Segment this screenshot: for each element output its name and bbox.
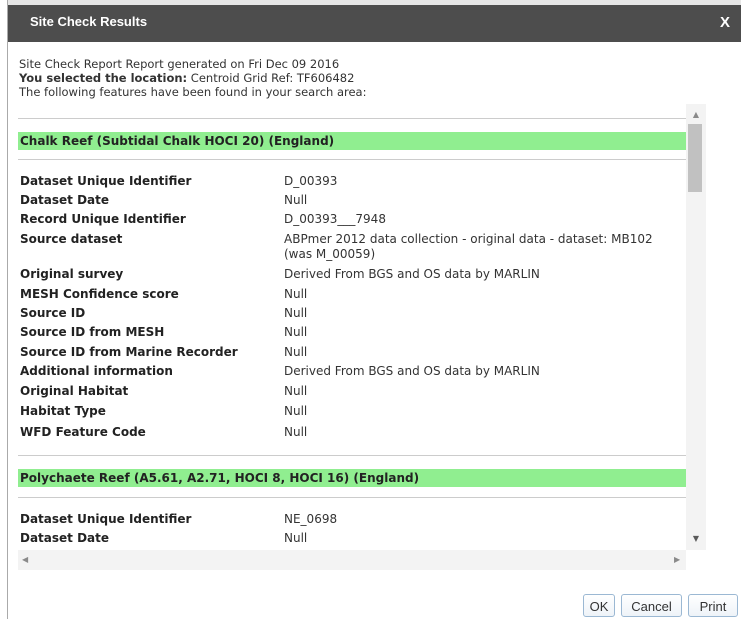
field-value: Null	[284, 287, 308, 301]
scroll-right-arrow-icon[interactable]: ▶	[674, 550, 686, 570]
field-value: Null	[284, 193, 308, 207]
field-label: Dataset Unique Identifier	[20, 512, 192, 526]
selected-location-value: Centroid Grid Ref: TF606482	[187, 71, 355, 85]
results-scroll-area[interactable]: Chalk Reef (Subtidal Chalk HOCI 20) (Eng…	[18, 104, 706, 570]
vertical-scroll-thumb[interactable]	[688, 124, 702, 192]
section-heading: Polychaete Reef (A5.61, A2.71, HOCI 8, H…	[18, 469, 686, 487]
field-value: Derived From BGS and OS data by MARLIN	[284, 364, 540, 378]
field-label: MESH Confidence score	[20, 287, 179, 301]
cancel-button[interactable]: Cancel	[621, 594, 682, 617]
selected-location-text: You selected the location: Centroid Grid…	[19, 71, 366, 85]
divider	[18, 497, 686, 498]
field-value: Null	[284, 325, 308, 339]
selected-location-label: You selected the location:	[19, 71, 188, 85]
field-value: Null	[284, 306, 308, 320]
dialog-title: Site Check Results	[30, 14, 148, 29]
divider	[18, 455, 686, 456]
field-value: Null	[284, 384, 308, 398]
field-label: Source ID from MESH	[20, 325, 165, 339]
field-value: NE_0698	[284, 512, 338, 526]
results-content: Chalk Reef (Subtidal Chalk HOCI 20) (Eng…	[18, 104, 686, 550]
divider	[18, 118, 686, 119]
field-label: WFD Feature Code	[20, 425, 146, 439]
field-label: Source ID	[20, 306, 86, 320]
field-label: Habitat Type	[20, 404, 106, 418]
field-value: D_00393___7948	[284, 212, 386, 226]
divider	[18, 159, 686, 160]
field-value: Null	[284, 345, 308, 359]
field-label: Original survey	[20, 267, 124, 281]
field-label: Original Habitat	[20, 384, 129, 398]
field-label: Additional information	[20, 364, 173, 378]
scroll-down-arrow-icon[interactable]: ▼	[686, 530, 706, 550]
field-value: Null	[284, 425, 308, 439]
dialog-titlebar[interactable]: Site Check Results X	[8, 0, 741, 42]
field-value: Null	[284, 404, 308, 418]
features-found-text: The following features have been found i…	[19, 85, 367, 99]
scrollbar-corner	[686, 550, 706, 570]
ok-button[interactable]: OK	[583, 594, 615, 617]
field-label: Dataset Date	[20, 193, 110, 207]
print-button[interactable]: Print	[688, 594, 738, 617]
field-value: D_00393	[284, 174, 338, 188]
close-icon[interactable]: X	[720, 14, 730, 31]
field-value: Null	[284, 531, 308, 545]
site-check-dialog: Site Check Results X Site Check Report R…	[7, 0, 741, 619]
field-value: Derived From BGS and OS data by MARLIN	[284, 267, 540, 281]
field-label: Source dataset	[20, 232, 123, 246]
section-heading: Chalk Reef (Subtidal Chalk HOCI 20) (Eng…	[18, 132, 686, 150]
scroll-up-arrow-icon[interactable]: ▲	[686, 104, 706, 124]
report-intro: Site Check Report Report generated on Fr…	[19, 57, 366, 99]
scroll-left-arrow-icon[interactable]: ◀	[22, 550, 36, 570]
field-label: Dataset Date	[20, 531, 110, 545]
field-label: Dataset Unique Identifier	[20, 174, 192, 188]
field-label: Record Unique Identifier	[20, 212, 186, 226]
field-label: Source ID from Marine Recorder	[20, 345, 238, 359]
horizontal-scrollbar[interactable]: ◀ ▶	[18, 550, 686, 570]
report-generated-text: Site Check Report Report generated on Fr…	[19, 57, 340, 71]
vertical-scrollbar[interactable]: ▲ ▼	[686, 104, 706, 550]
field-value: ABPmer 2012 data collection - original d…	[284, 232, 653, 261]
